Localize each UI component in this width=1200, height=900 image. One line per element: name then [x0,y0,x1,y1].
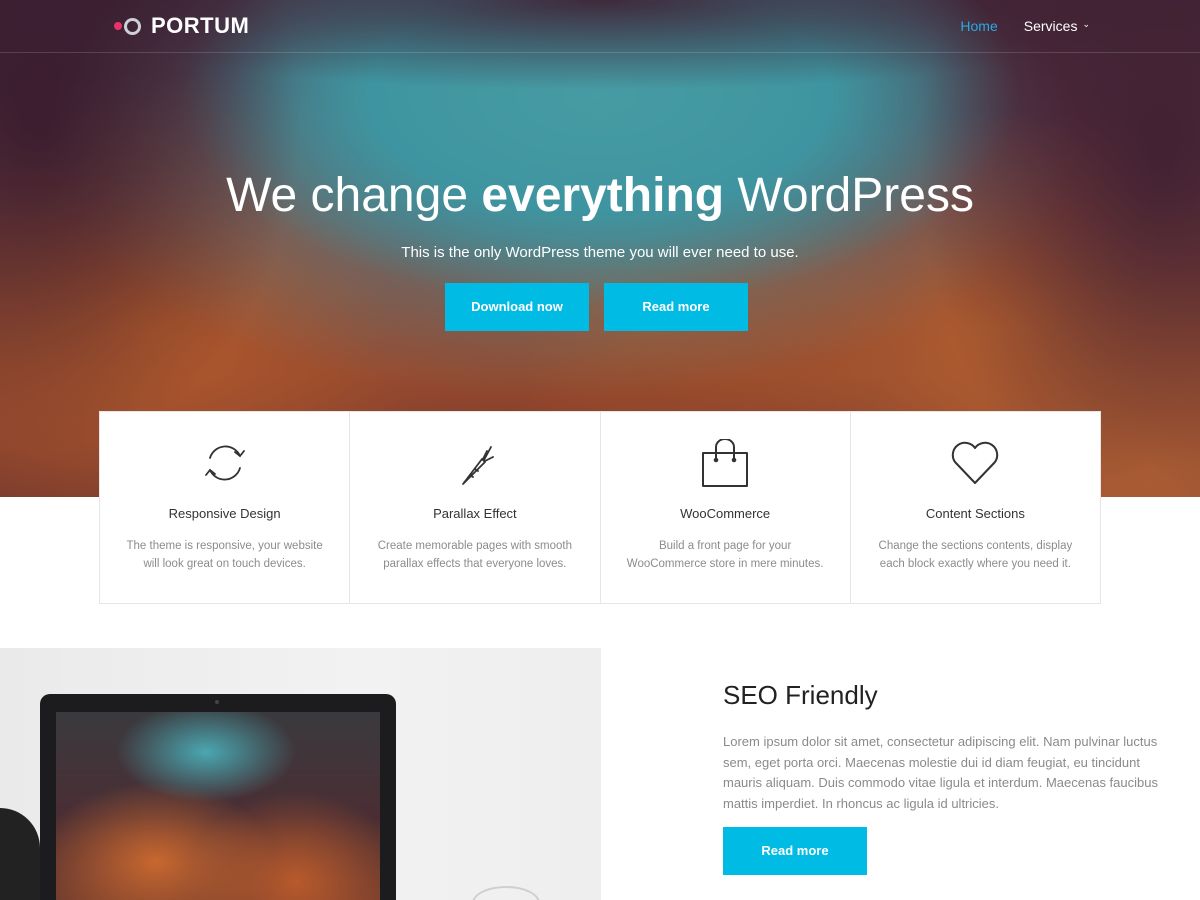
heart-icon [952,441,999,484]
hero-title: We change everything WordPress [0,168,1200,223]
shopping-bag-icon [702,439,749,487]
hero-subtitle: This is the only WordPress theme you wil… [401,244,799,261]
feature-title: WooCommerce [680,506,771,521]
seo-section-text: Lorem ipsum dolor sit amet, consectetur … [723,734,1158,811]
refresh-icon [204,445,245,481]
site-logo[interactable]: PORTUM [114,13,250,38]
logo-dot-icon [114,22,122,30]
main-nav: Home Services ⌄ [960,18,1090,34]
feature-title: Responsive Design [168,506,281,521]
nav-item-services[interactable]: Services [1024,18,1078,34]
feature-title: Content Sections [925,506,1025,521]
feature-description: The theme is responsive, your website wi… [126,540,323,570]
logo-text: PORTUM [151,13,250,38]
chevron-down-icon[interactable]: ⌄ [1082,19,1090,30]
hero-title-post: WordPress [724,169,974,222]
logo-ring-icon [124,17,141,35]
hero-title-pre: We change [226,169,482,222]
laptop-screen [56,712,380,900]
feature-description: Build a front page for your WooCommerce … [626,540,824,570]
seo-section-image [0,648,601,900]
glass-shape [472,886,540,900]
header-bar: PORTUM Home Services ⌄ [0,0,1200,53]
camera-dot [215,700,219,704]
nav-item-home[interactable]: Home [960,18,997,34]
carrot-icon [461,446,494,485]
download-now-button[interactable]: Download now [445,283,589,331]
hero-read-more-button[interactable]: Read more [604,283,748,331]
mug-shape [0,808,40,900]
feature-description: Change the sections contents, display ea… [878,540,1073,570]
seo-read-more-button[interactable]: Read more [723,827,867,875]
laptop-image [40,694,396,900]
features-row: Responsive Design The theme is responsiv… [99,411,1101,604]
feature-description: Create memorable pages with smooth paral… [377,540,573,570]
feature-title: Parallax Effect [433,506,517,521]
hero-title-bold: everything [481,169,725,222]
feature-card-content-sections: Content Sections Change the sections con… [851,412,1100,603]
feature-card-parallax: Parallax Effect Create memorable pages w… [350,412,601,603]
seo-section-title: SEO Friendly [723,680,878,710]
feature-card-responsive: Responsive Design The theme is responsiv… [100,412,351,603]
feature-card-woocommerce: WooCommerce Build a front page for your … [601,412,851,603]
